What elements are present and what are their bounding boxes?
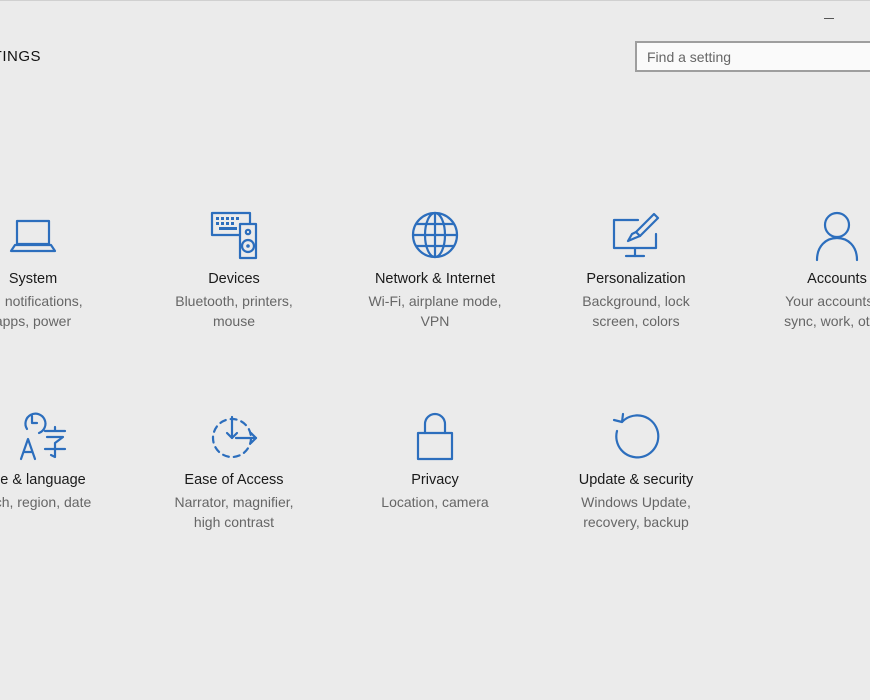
tile-description: ch, region, date <box>0 494 92 510</box>
paintbrush-icon <box>608 208 664 264</box>
tile-description: Wi-Fi, airplane mode, VPN <box>368 293 502 329</box>
laptop-icon <box>5 208 61 264</box>
tile-name: Privacy <box>411 472 459 488</box>
lock-icon <box>407 409 463 465</box>
tile-name: Accounts <box>807 271 867 287</box>
tile-accounts[interactable]: Accounts Your accounts, e sync, work, ot… <box>752 208 870 331</box>
settings-window: TTINGS System ay, notifications, apps, p… <box>0 0 870 700</box>
tile-description: Your accounts, e sync, work, other <box>784 293 870 329</box>
tile-ease-of-access[interactable]: Ease of Access Narrator, magnifier, high… <box>149 409 319 532</box>
globe-icon <box>407 208 463 264</box>
tile-description: Background, lock screen, colors <box>582 293 690 329</box>
tile-description: Bluetooth, printers, mouse <box>175 293 293 329</box>
tile-name: e & language <box>0 472 86 488</box>
tile-personalization[interactable]: Personalization Background, lock screen,… <box>551 208 721 331</box>
search-input[interactable] <box>637 43 870 70</box>
tile-name: Network & Internet <box>374 271 496 287</box>
search-box[interactable] <box>635 41 870 72</box>
minimize-button[interactable] <box>818 7 840 25</box>
refresh-icon <box>608 409 664 465</box>
tile-update-security[interactable]: Update & security Windows Update, recove… <box>551 409 721 532</box>
tile-description: ay, notifications, apps, power <box>0 293 83 329</box>
tile-name: Devices <box>208 271 260 287</box>
tile-name: Ease of Access <box>184 472 284 488</box>
person-icon <box>809 208 865 264</box>
tile-name: Personalization <box>586 271 686 287</box>
minimize-icon <box>824 17 834 19</box>
tile-name: Update & security <box>578 472 694 488</box>
ease-of-access-icon <box>206 409 262 465</box>
tile-privacy[interactable]: Privacy Location, camera <box>350 409 520 512</box>
tile-description: Narrator, magnifier, high contrast <box>174 494 294 530</box>
time-language-icon <box>15 409 71 465</box>
tile-time-language[interactable]: e & language ch, region, date <box>0 409 128 512</box>
app-title: TTINGS <box>0 48 41 65</box>
tile-network-internet[interactable]: Network & Internet Wi-Fi, airplane mode,… <box>350 208 520 331</box>
tile-description: Location, camera <box>381 494 489 510</box>
tile-system[interactable]: System ay, notifications, apps, power <box>0 208 118 331</box>
tile-description: Windows Update, recovery, backup <box>581 494 691 530</box>
tile-name: System <box>8 271 58 287</box>
tile-devices[interactable]: Devices Bluetooth, printers, mouse <box>149 208 319 331</box>
devices-icon <box>206 208 262 264</box>
